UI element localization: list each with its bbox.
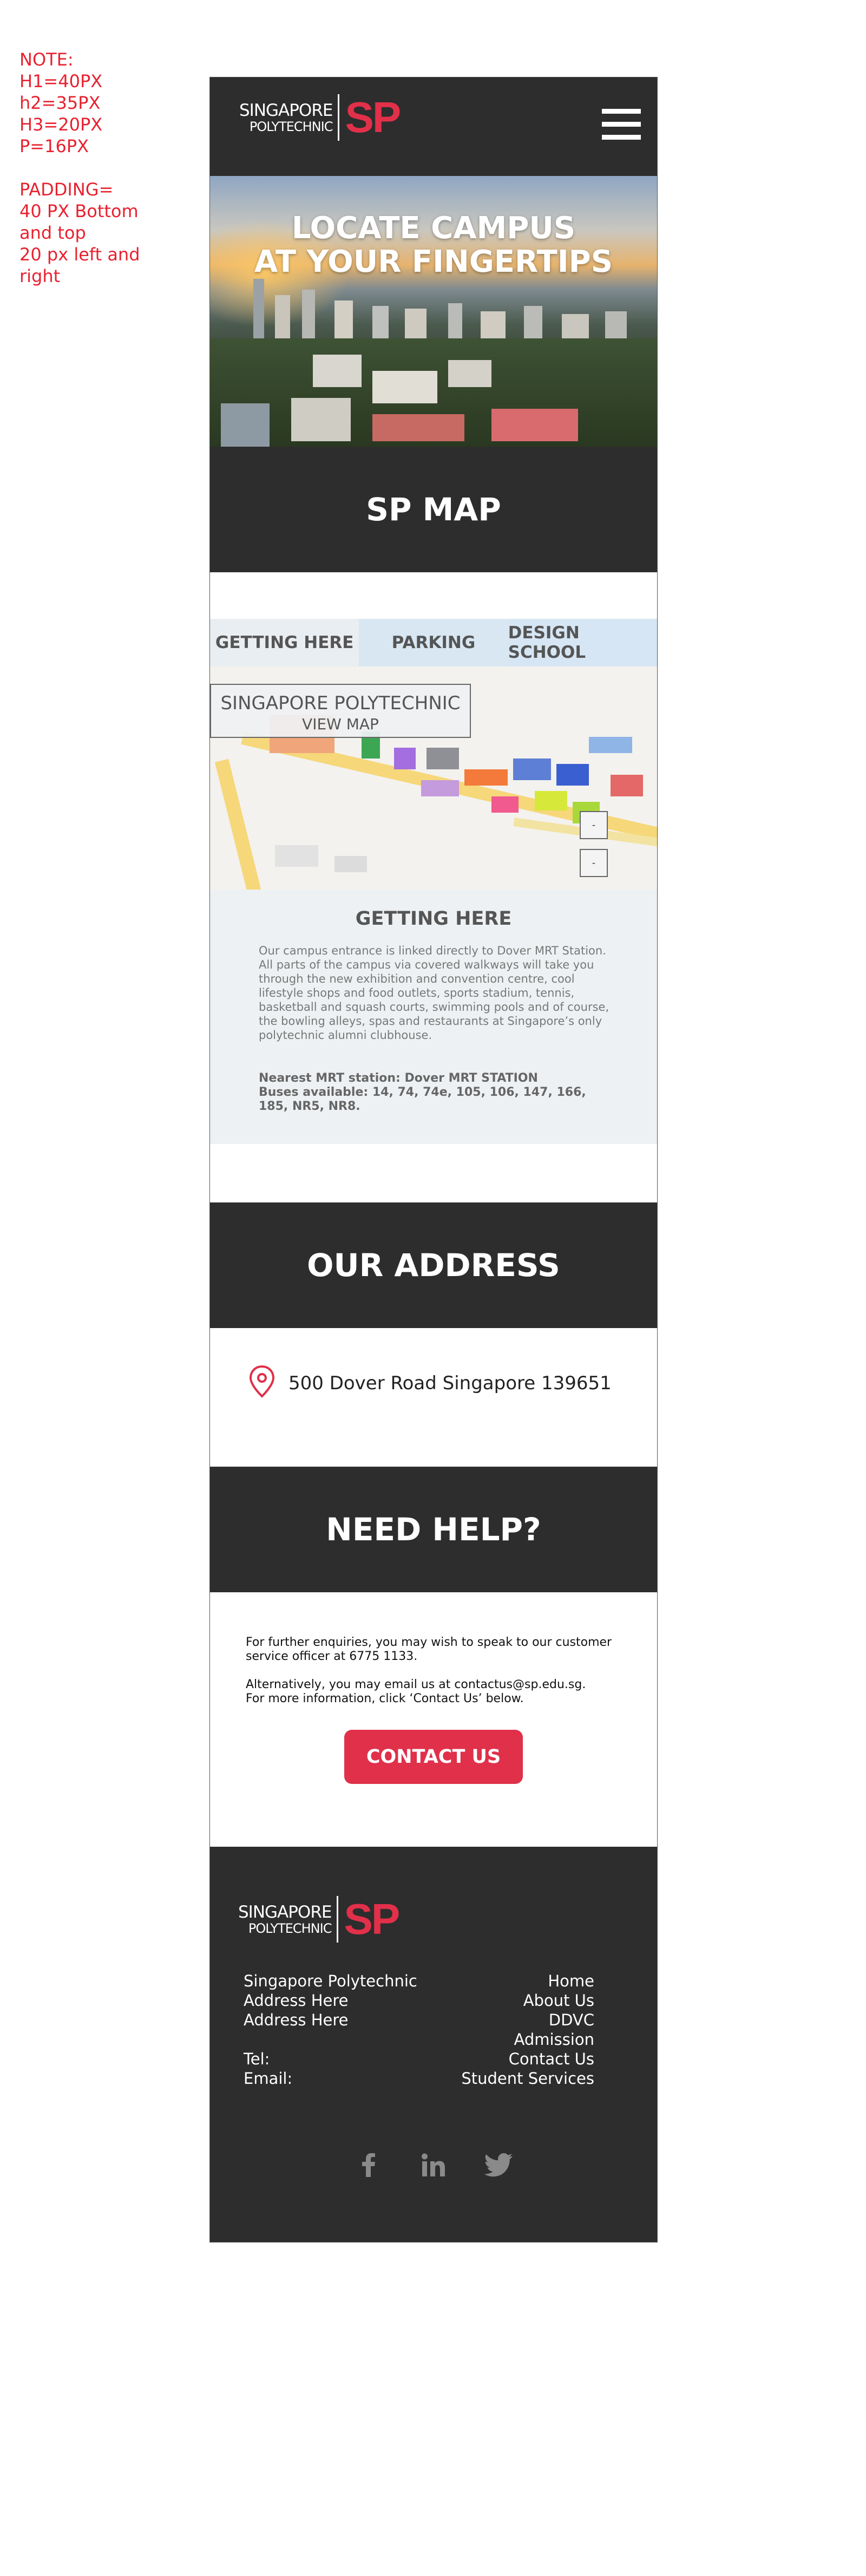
note-line: h2=35PX — [19, 93, 101, 113]
footer-link-home[interactable]: Home — [461, 1971, 594, 1991]
footer-link-admission[interactable]: Admission — [461, 2030, 594, 2049]
logo-divider — [337, 1896, 339, 1943]
site-footer: SINGAPORE POLYTECHNIC SP Singapore Polyt… — [210, 1847, 657, 2242]
footer-link-about[interactable]: About Us — [461, 1991, 594, 2010]
footer-tel: Tel: — [244, 2050, 270, 2068]
map-tabs: GETTING HERE PARKING DESIGN SCHOOL — [210, 619, 657, 666]
note-line: P=16PX — [19, 136, 89, 156]
logo-line1: SINGAPORE — [239, 100, 333, 120]
section-title: SP MAP — [366, 491, 501, 528]
footer-link-student-services[interactable]: Student Services — [461, 2069, 594, 2088]
facebook-icon[interactable] — [353, 2150, 384, 2180]
note-line: H3=20PX — [19, 114, 103, 135]
footer-link-ddvc[interactable]: DDVC — [461, 2010, 594, 2030]
footer-link-contact[interactable]: Contact Us — [461, 2049, 594, 2069]
note-line: H1=40PX — [19, 71, 103, 91]
footer-address-line: Address Here — [244, 1991, 349, 2010]
twitter-icon[interactable] — [483, 2150, 514, 2180]
campus-map[interactable]: SINGAPORE POLYTECHNIC VIEW MAP - - — [210, 666, 657, 890]
note-line: right — [19, 266, 61, 286]
help-paragraph: For further enquiries, you may wish to s… — [246, 1636, 612, 1663]
mobile-frame: SINGAPORE POLYTECHNIC SP LOCATE CAMPUS A… — [209, 77, 658, 2242]
location-pin-icon — [249, 1365, 275, 1398]
footer-address-line: Address Here — [244, 2011, 349, 2029]
social-links — [210, 2150, 657, 2180]
map-label-title: SINGAPORE POLYTECHNIC — [220, 692, 461, 714]
logo-mark: SP — [344, 1895, 400, 1943]
linkedin-icon[interactable] — [418, 2150, 449, 2180]
site-header: SINGAPORE POLYTECHNIC SP — [210, 77, 657, 176]
help-paragraph: Alternatively, you may email us at conta… — [246, 1678, 586, 1705]
need-help-heading: NEED HELP? — [210, 1467, 657, 1592]
address-block: 500 Dover Road Singapore 139651 — [210, 1328, 657, 1467]
hero-banner: LOCATE CAMPUS AT YOUR FINGERTIPS — [210, 176, 657, 447]
zoom-out-button[interactable]: - — [580, 849, 608, 877]
footer-email: Email: — [244, 2069, 293, 2088]
note-line: NOTE: — [19, 49, 74, 70]
section-title: NEED HELP? — [326, 1511, 541, 1548]
address-text: 500 Dover Road Singapore 139651 — [288, 1372, 612, 1394]
footer-links: Home About Us DDVC Admission Contact Us … — [461, 1971, 594, 2088]
sp-map-heading: SP MAP — [210, 447, 657, 572]
design-note: NOTE: H1=40PX h2=35PX H3=20PX P=16PX PAD… — [19, 49, 176, 287]
tab-getting-here[interactable]: GETTING HERE — [210, 619, 359, 666]
logo-mark: SP — [345, 93, 401, 141]
getting-here-body: Our campus entrance is linked directly t… — [259, 944, 609, 1042]
map-label: SINGAPORE POLYTECHNIC VIEW MAP — [210, 684, 471, 738]
view-map-link[interactable]: VIEW MAP — [211, 715, 470, 733]
mrt-info: Nearest MRT station: Dover MRT STATION — [259, 1071, 538, 1085]
help-block: For further enquiries, you may wish to s… — [210, 1591, 657, 1847]
note-line: 40 PX Bottom — [19, 201, 139, 221]
tab-parking[interactable]: PARKING — [359, 619, 508, 666]
logo-divider — [338, 94, 340, 141]
getting-here-title: GETTING HERE — [355, 908, 512, 930]
logo-line2: POLYTECHNIC — [248, 1920, 332, 1936]
logo-line2: POLYTECHNIC — [249, 119, 333, 134]
note-line: 20 px left and — [19, 244, 140, 265]
logo[interactable]: SINGAPORE POLYTECHNIC SP — [239, 93, 401, 142]
logo-line1: SINGAPORE — [238, 1902, 332, 1922]
footer-contact: Singapore Polytechnic Address Here Addre… — [244, 1971, 417, 2088]
our-address-heading: OUR ADDRESS — [210, 1202, 657, 1328]
hamburger-icon[interactable] — [602, 109, 641, 140]
getting-here-panel: GETTING HERE Our campus entrance is link… — [210, 890, 657, 1144]
tab-design-school[interactable]: DESIGN SCHOOL — [508, 619, 657, 666]
contact-us-button[interactable]: CONTACT US — [344, 1730, 523, 1784]
zoom-in-button[interactable]: - — [580, 811, 608, 839]
footer-org-name: Singapore Polytechnic — [244, 1972, 417, 1990]
note-line: PADDING= — [19, 179, 114, 200]
bus-info: Buses available: 14, 74, 74e, 105, 106, … — [259, 1086, 586, 1113]
footer-logo[interactable]: SINGAPORE POLYTECHNIC SP — [238, 1894, 400, 1944]
hero-title: LOCATE CAMPUS AT YOUR FINGERTIPS — [254, 211, 613, 279]
transport-info: Nearest MRT station: Dover MRT STATION B… — [259, 1071, 616, 1114]
section-title: OUR ADDRESS — [307, 1247, 560, 1284]
note-line: and top — [19, 223, 86, 243]
